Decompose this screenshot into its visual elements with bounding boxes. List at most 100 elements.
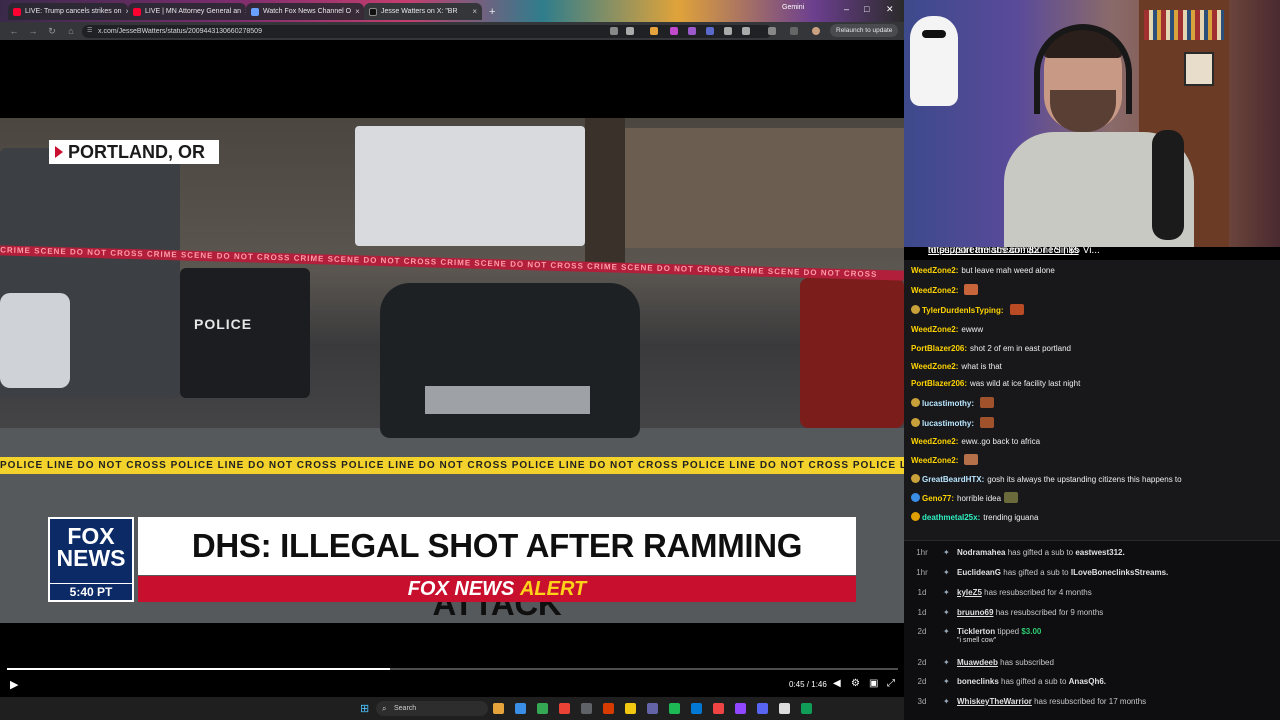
chat-username[interactable]: WeedZone2:	[911, 286, 958, 295]
bookmark-star-icon[interactable]	[626, 27, 634, 35]
badge-icon[interactable]	[911, 418, 920, 427]
close-tab-icon[interactable]: ×	[472, 7, 477, 16]
chat-username[interactable]: TylerDurdenIsTyping:	[922, 306, 1004, 315]
tab-4-active[interactable]: Jesse Watters on X: "BR ×	[364, 3, 482, 20]
url-input[interactable]: x.com/JesseBWatters/status/2009443130660…	[82, 25, 772, 38]
taskbar-app-icon[interactable]	[779, 703, 790, 714]
activity-event[interactable]: 2d ✦ Ticklerton tipped $3.00 "i smell cow"	[904, 627, 1280, 645]
event-username[interactable]: Muawdeeb	[957, 658, 998, 667]
taskbar-app-icon[interactable]	[647, 703, 658, 714]
extension-icon[interactable]	[724, 27, 732, 35]
activity-event[interactable]: 2d ✦ Muawdeeb has subscribed	[904, 658, 1280, 676]
badge-icon[interactable]	[911, 398, 920, 407]
chat-username[interactable]: WeedZone2:	[911, 437, 958, 446]
taskbar-app-icon[interactable]	[801, 703, 812, 714]
taskbar-app-icon[interactable]	[537, 703, 548, 714]
taskbar-app-icon[interactable]	[691, 703, 702, 714]
activity-event[interactable]: 3d ✦ WhiskeyTheWarrior has resubscribed fo…	[904, 697, 1280, 715]
taskbar-app-icon[interactable]	[757, 703, 768, 714]
minimize-icon[interactable]: –	[844, 4, 849, 14]
event-username[interactable]: WhiskeyTheWarrior	[957, 697, 1032, 706]
event-username[interactable]: Ticklerton	[957, 627, 995, 636]
extension-icon[interactable]	[670, 27, 678, 35]
chat-username[interactable]: WeedZone2:	[911, 266, 958, 275]
taskbar-app-icon[interactable]	[625, 703, 636, 714]
police-label: POLICE	[194, 316, 253, 332]
chat-username[interactable]: lucastimothy:	[922, 399, 974, 408]
event-time: 1hr	[916, 568, 928, 577]
video-frame[interactable]: POLICE CRIME SCENE DO NOT CROSS CRIME SC…	[0, 118, 904, 623]
event-username[interactable]: boneclinks	[957, 677, 999, 686]
badge-icon[interactable]	[911, 512, 920, 521]
home-icon[interactable]: ⌂	[66, 26, 76, 36]
chat-username[interactable]: deathmetal25x:	[922, 513, 980, 522]
taskbar-app-icon[interactable]	[603, 703, 614, 714]
video-progress-bar[interactable]	[7, 668, 898, 670]
event-username[interactable]: bruuno69	[957, 608, 993, 617]
extension-icon[interactable]	[688, 27, 696, 35]
taskbar-app-icon[interactable]	[559, 703, 570, 714]
close-window-icon[interactable]: ✕	[886, 4, 894, 15]
cast-icon[interactable]	[610, 27, 618, 35]
badge-icon[interactable]	[911, 493, 920, 502]
taskbar-app-icon[interactable]	[735, 703, 746, 714]
police-car: POLICE	[180, 268, 310, 398]
activity-event[interactable]: 1d ✦ kyleZ5 has resubscribed for 4 months	[904, 588, 1280, 606]
taskbar-app-icon[interactable]	[581, 703, 592, 714]
extensions-puzzle-icon[interactable]	[742, 27, 750, 35]
chat-username[interactable]: GreatBeardHTX:	[922, 475, 984, 484]
chat-message: WeedZone2:	[911, 454, 979, 467]
taskbar-app-icon[interactable]	[493, 703, 504, 714]
taskbar-app-icon[interactable]	[713, 703, 724, 714]
event-description: has resubscribed for 4 months	[984, 588, 1092, 597]
extension-icon[interactable]	[706, 27, 714, 35]
chat-message: TylerDurdenIsTyping:	[911, 304, 1024, 317]
chat-username[interactable]: PortBlazer206:	[911, 379, 967, 388]
event-description: has subscribed	[1000, 658, 1054, 667]
activity-event[interactable]: 2d ✦ boneclinks has gifted a sub to AnasQh…	[904, 677, 1280, 695]
event-text: Nodramahea has gifted a sub to eastwest3…	[957, 548, 1125, 557]
badge-icon[interactable]	[911, 305, 920, 314]
forward-icon[interactable]: →	[28, 26, 38, 36]
tab-1[interactable]: LIVE: Trump cancels strikes on ×	[8, 3, 128, 20]
new-tab-button[interactable]: +	[484, 3, 500, 20]
chat-username[interactable]: Geno77:	[922, 494, 954, 503]
relaunch-button[interactable]: Relaunch to update	[830, 24, 899, 37]
tab-3[interactable]: Watch Fox News Channel O ×	[246, 3, 364, 20]
sidebar-icon[interactable]	[768, 27, 776, 35]
taskbar-app-icon[interactable]	[515, 703, 526, 714]
event-username[interactable]: kyleZ5	[957, 588, 982, 597]
close-tab-icon[interactable]: ×	[355, 7, 360, 16]
taskbar-app-icon[interactable]	[669, 703, 680, 714]
event-time: 2d	[917, 677, 927, 686]
download-icon[interactable]	[790, 27, 798, 35]
fullscreen-icon[interactable]: ⤢	[887, 678, 895, 689]
event-username[interactable]: EuclideanG	[957, 568, 1001, 577]
avatar[interactable]	[812, 27, 820, 35]
chat-username[interactable]: WeedZone2:	[911, 325, 958, 334]
gemini-profile-label[interactable]: Gemini	[782, 4, 804, 11]
activity-event[interactable]: 1hr ✦ EuclideanG has gifted a sub to ILove…	[904, 568, 1280, 586]
event-username[interactable]: Nodramahea	[957, 548, 1005, 557]
activity-event[interactable]: 1hr ✦ Nodramahea has gifted a sub to eastw…	[904, 548, 1280, 566]
chat-username[interactable]: WeedZone2:	[911, 456, 958, 465]
back-icon[interactable]: ←	[9, 26, 19, 36]
volume-icon[interactable]: ◀	[833, 678, 841, 689]
windows-start-icon[interactable]: ⊞	[360, 702, 369, 715]
settings-gear-icon[interactable]: ⚙	[851, 678, 860, 689]
emote-icon	[980, 417, 995, 428]
twitch-event-icon: ✦	[943, 627, 950, 636]
chat-username[interactable]: PortBlazer206:	[911, 344, 967, 353]
extension-icon[interactable]	[650, 27, 658, 35]
badge-icon[interactable]	[911, 474, 920, 483]
captions-icon[interactable]: ▣	[869, 678, 878, 689]
maximize-icon[interactable]: □	[864, 4, 869, 14]
taskbar-search[interactable]: Search	[376, 701, 488, 716]
chat-username[interactable]: lucastimothy:	[922, 419, 974, 428]
chat-message: WeedZone2: eww..go back to africa	[911, 436, 1040, 448]
activity-event[interactable]: 1d ✦ bruuno69 has resubscribed for 9 month…	[904, 608, 1280, 626]
chat-username[interactable]: WeedZone2:	[911, 362, 958, 371]
reload-icon[interactable]: ↻	[47, 26, 57, 37]
tab-2[interactable]: LIVE | MN Attorney General an ×	[128, 3, 246, 20]
play-icon[interactable]: ▶	[10, 678, 18, 691]
